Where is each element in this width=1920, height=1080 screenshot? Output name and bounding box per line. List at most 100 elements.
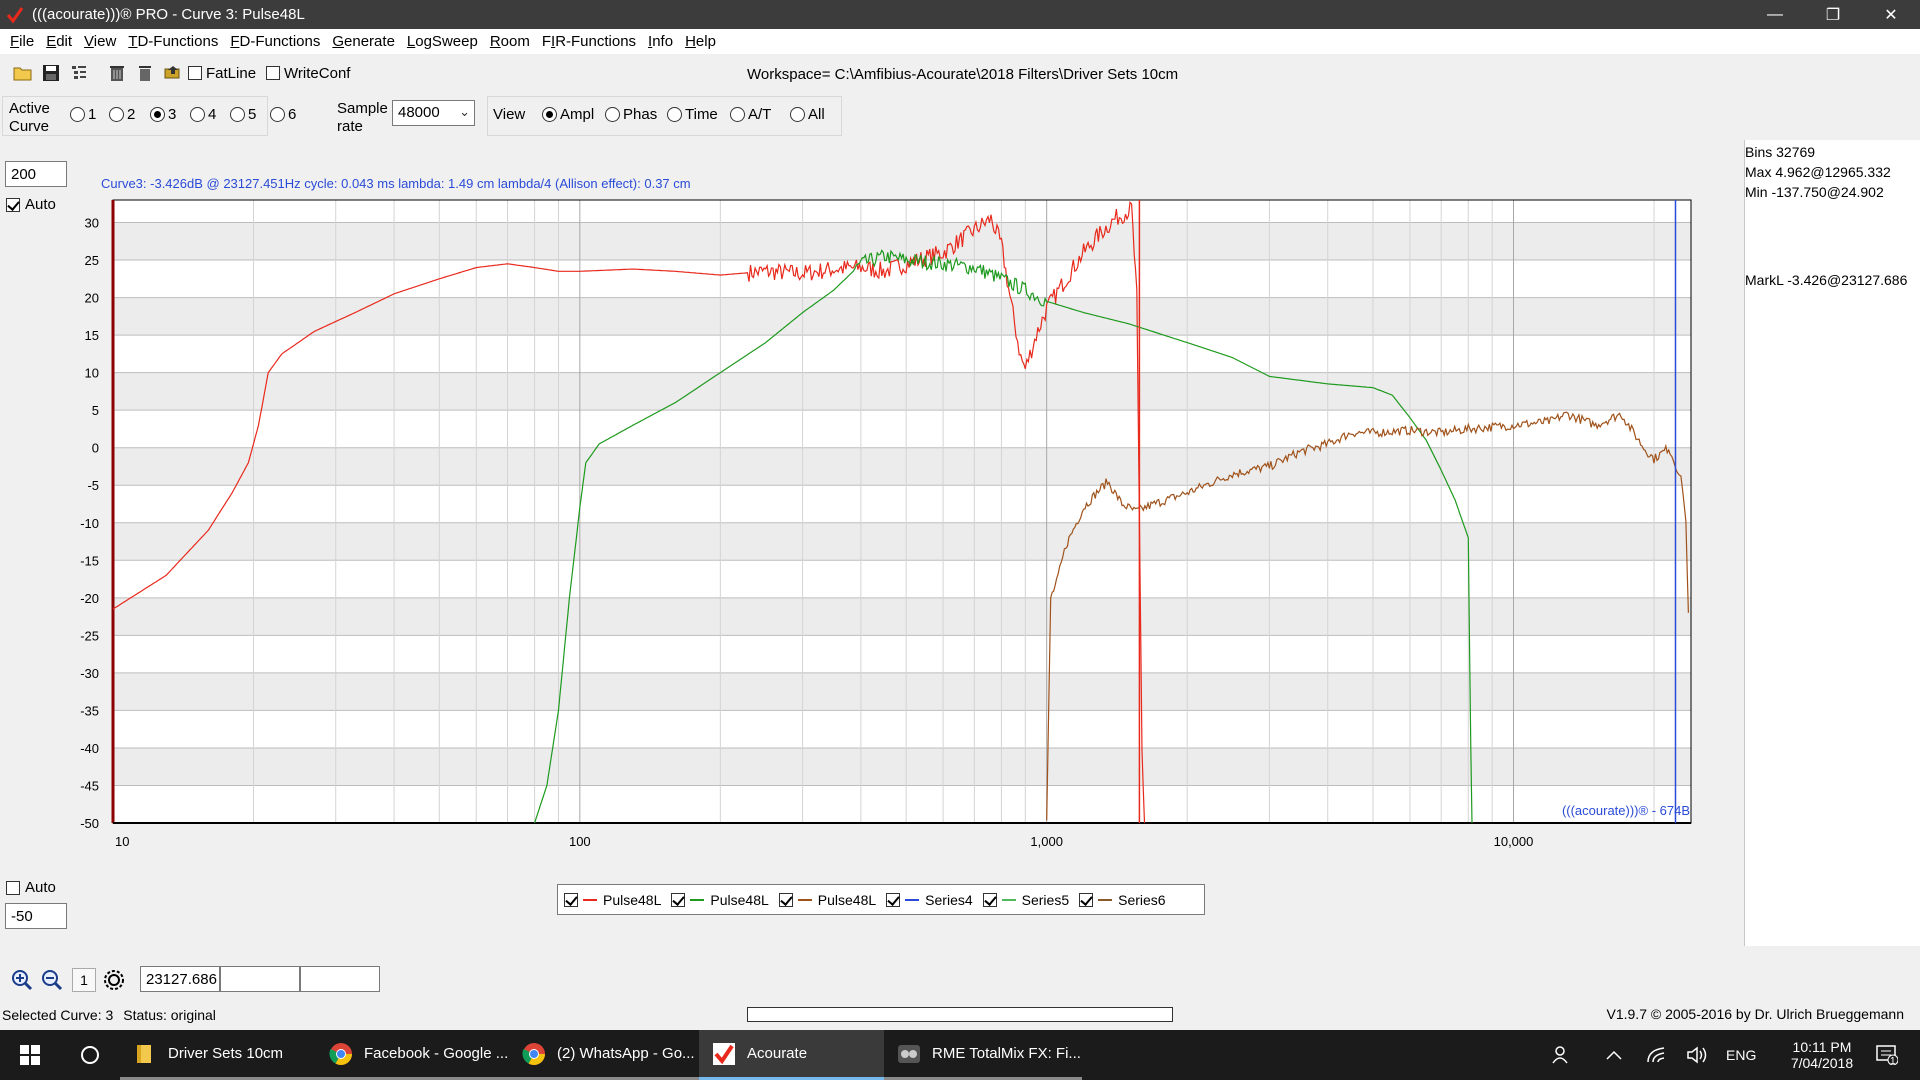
tree-list-icon[interactable] (66, 60, 92, 86)
language-indicator[interactable]: ENG (1726, 1030, 1756, 1080)
legend-item[interactable]: Series6 (1079, 892, 1166, 908)
radio-circle[interactable] (150, 107, 165, 122)
fatline-check-box[interactable] (188, 66, 202, 80)
trash-icon[interactable] (132, 60, 158, 86)
clock[interactable]: 10:11 PM 7/04/2018 (1776, 1030, 1868, 1080)
menu-item-edit[interactable]: Edit (40, 33, 78, 50)
taskbar-app[interactable]: Driver Sets 10cm (120, 1030, 316, 1080)
taskbar-app[interactable]: (2) WhatsApp - Go... (509, 1030, 699, 1080)
menu-item-view[interactable]: View (78, 33, 122, 50)
radio-circle[interactable] (605, 107, 620, 122)
import-icon[interactable] (160, 60, 186, 86)
people-icon[interactable] (1552, 1030, 1572, 1080)
open-folder-icon[interactable] (10, 60, 36, 86)
curve-radio-label: 3 (168, 106, 177, 123)
view-radio-ampl[interactable]: Ampl (542, 106, 594, 123)
legend-checkbox[interactable] (778, 892, 793, 907)
one-to-one-button[interactable]: 1 (72, 968, 96, 992)
legend-checkbox[interactable] (1079, 892, 1094, 907)
active-curve-label: Active Curve (9, 100, 50, 135)
zoom-out-icon[interactable] (40, 968, 64, 992)
search-button[interactable] (60, 1030, 120, 1080)
start-button[interactable] (0, 1030, 60, 1080)
radio-circle[interactable] (70, 107, 85, 122)
cursor-field-3[interactable] (300, 966, 380, 992)
view-radio-all[interactable]: All (790, 106, 825, 123)
y-tick-label: -20 (80, 591, 99, 606)
progress-bar (747, 1007, 1173, 1022)
view-radio-time[interactable]: Time (667, 106, 718, 123)
radio-circle[interactable] (270, 107, 285, 122)
chrome-icon (521, 1041, 547, 1067)
menu-item-info[interactable]: Info (642, 33, 679, 50)
radio-circle[interactable] (730, 107, 745, 122)
view-radio-label: Time (685, 106, 718, 123)
cursor-frequency-input[interactable]: 23127.686 (140, 966, 220, 992)
menu-text: iew (93, 33, 117, 50)
delete-stack-icon[interactable] (104, 60, 130, 86)
writeconf-check-box[interactable] (266, 66, 281, 80)
menu-item-room[interactable]: Room (484, 33, 536, 50)
cursor-field-2[interactable] (220, 966, 300, 992)
radio-circle[interactable] (542, 107, 557, 122)
curve-radio-2[interactable]: 2 (109, 106, 135, 123)
curve-radio-3[interactable]: 3 (150, 106, 176, 123)
window-title: (((acourate)))® PRO - Curve 3: Pulse48L (32, 6, 305, 23)
menu-item-file[interactable]: File (4, 33, 40, 50)
notification-center-icon[interactable]: 1 (1876, 1030, 1898, 1080)
frequency-response-chart[interactable]: Curve3: -3.426dB @ 23127.451Hz cycle: 0.… (0, 140, 1744, 946)
curve-radio-4[interactable]: 4 (190, 106, 216, 123)
menu-item-logsweep[interactable]: LogSweep (401, 33, 484, 50)
legend-item[interactable]: Series4 (886, 891, 973, 908)
view-radio-a-t[interactable]: A/T (730, 106, 771, 123)
taskbar-app[interactable]: Acourate (699, 1030, 884, 1080)
minimize-button[interactable]: — (1746, 0, 1804, 29)
menu-item-fir-functions[interactable]: FIR-Functions (536, 33, 642, 50)
radio-circle[interactable] (790, 107, 805, 122)
x-tick-label: 10,000 (1494, 834, 1534, 849)
writeconf-checkbox[interactable]: WriteConf (266, 65, 350, 82)
curve-radio-1[interactable]: 1 (70, 106, 96, 123)
restore-button[interactable]: ❐ (1804, 0, 1862, 29)
legend-label: Series4 (925, 891, 973, 908)
radio-circle[interactable] (667, 107, 682, 122)
title-bar[interactable]: (((acourate)))® PRO - Curve 3: Pulse48L … (0, 0, 1920, 29)
y-tick-label: -35 (80, 703, 99, 718)
menu-item-generate[interactable]: Generate (326, 33, 401, 50)
legend-label: Pulse48L (817, 891, 877, 908)
legend-item[interactable]: Series5 (982, 892, 1069, 908)
taskbar-app[interactable]: RME TotalMix FX: Fi... (884, 1030, 1082, 1080)
curve-radio-6[interactable]: 6 (270, 106, 296, 123)
menu-item-help[interactable]: Help (679, 33, 722, 50)
save-disk-icon[interactable] (38, 60, 64, 86)
sample-rate-select[interactable]: 48000 ⌄ (392, 100, 475, 126)
status-text: Status: original (123, 1006, 216, 1023)
volume-icon[interactable] (1686, 1030, 1708, 1080)
legend-checkbox[interactable] (671, 892, 686, 907)
radio-circle[interactable] (109, 107, 124, 122)
menu-item-fd-functions[interactable]: FD-Functions (224, 33, 326, 50)
taskbar-app-label: RME TotalMix FX: Fi... (932, 1045, 1081, 1062)
y-tick-label: 20 (85, 291, 99, 306)
menu-item-td-functions[interactable]: TD-Functions (122, 33, 224, 50)
curve-radio-5[interactable]: 5 (230, 106, 256, 123)
menu-accelerator: G (332, 33, 345, 50)
zoom-in-icon[interactable] (10, 968, 34, 992)
settings-gear-icon[interactable] (102, 968, 126, 992)
radio-circle[interactable] (190, 107, 205, 122)
view-radio-label: Phas (623, 106, 658, 123)
legend-checkbox[interactable] (564, 892, 578, 907)
radio-circle[interactable] (230, 107, 245, 122)
y-tick-label: -10 (80, 516, 99, 531)
legend-item[interactable]: Pulse48L (564, 892, 661, 908)
fatline-checkbox[interactable]: FatLine (188, 65, 256, 82)
view-radio-phas[interactable]: Phas (605, 106, 657, 123)
legend-checkbox[interactable] (982, 892, 997, 907)
taskbar-app[interactable]: Facebook - Google ... (316, 1030, 509, 1080)
wifi-icon[interactable] (1646, 1030, 1666, 1080)
legend-checkbox[interactable] (886, 892, 901, 907)
chevron-up-icon[interactable] (1606, 1030, 1622, 1080)
legend-item[interactable]: Pulse48L (671, 892, 769, 908)
close-button[interactable]: ✕ (1862, 0, 1920, 29)
legend-item[interactable]: Pulse48L (778, 891, 877, 908)
